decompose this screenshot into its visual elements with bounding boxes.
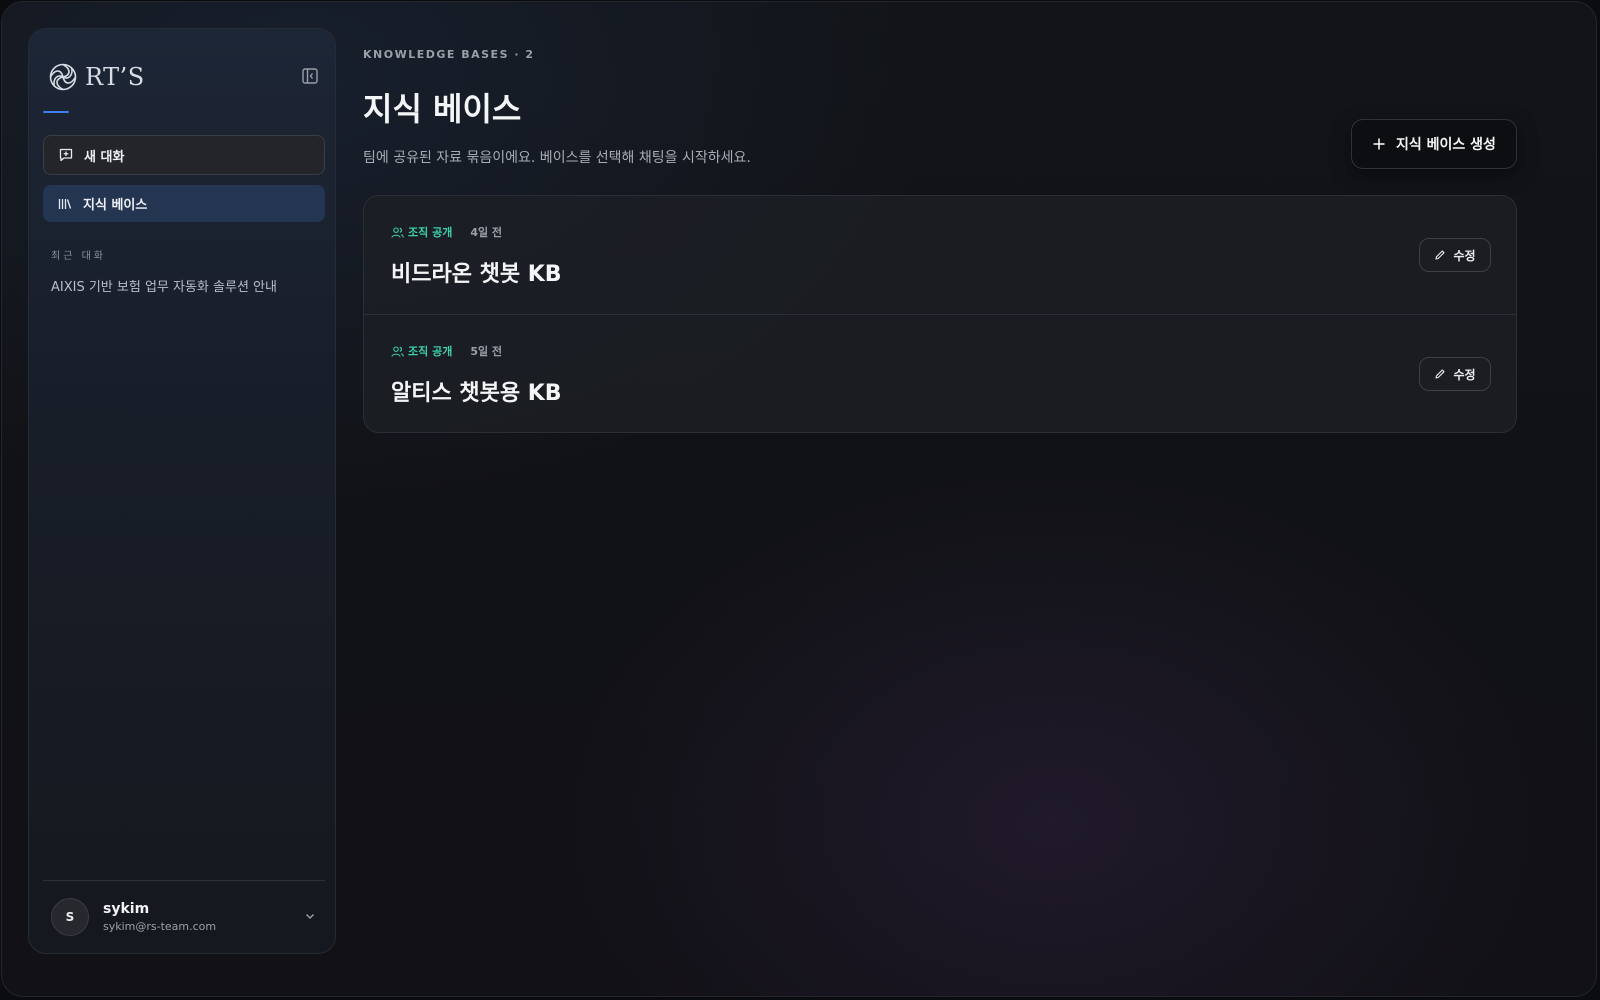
kb-meta: 조직 공개 4일 전 (391, 224, 502, 240)
create-knowledge-base-button[interactable]: 지식 베이스 생성 (1351, 119, 1517, 169)
swirl-logo-icon (49, 63, 77, 91)
new-chat-button[interactable]: 새 대화 (43, 135, 325, 175)
knowledge-base-label: 지식 베이스 (83, 198, 148, 213)
recent-section-label: 최근 대화 (51, 251, 106, 262)
library-icon (58, 198, 72, 209)
kb-updated-time: 4일 전 (470, 226, 503, 239)
brand-underline (43, 111, 69, 113)
users-icon (391, 345, 404, 357)
new-chat-label: 새 대화 (84, 149, 125, 165)
edit-button[interactable]: 수정 (1419, 238, 1491, 272)
knowledge-base-list: 조직 공개 4일 전 비드라온 챗봇 KB 수정 조직 공개 5일 전 알티스 … (363, 195, 1517, 433)
page-title: 지식 베이스 (363, 90, 522, 128)
sidebar: RT’S 새 대화 지식 베이스 최근 대화 AIXIS 기반 보험 업무 자동… (28, 28, 336, 954)
kb-meta: 조직 공개 5일 전 (391, 343, 502, 359)
user-info: sykim sykim@rs-team.com (103, 901, 216, 933)
pencil-icon (1435, 250, 1446, 260)
page-description: 팀에 공유된 자료 묶음이에요. 베이스를 선택해 채팅을 시작하세요. (363, 150, 751, 166)
visibility-label: 조직 공개 (408, 345, 453, 358)
chat-plus-icon (59, 148, 73, 162)
visibility-badge: 조직 공개 (391, 224, 452, 240)
recent-chat-item[interactable]: AIXIS 기반 보험 업무 자동화 솔루션 안내 (51, 276, 277, 295)
sidebar-item-knowledge-base[interactable]: 지식 베이스 (43, 185, 325, 222)
plus-icon (1373, 138, 1385, 150)
app-window: RT’S 새 대화 지식 베이스 최근 대화 AIXIS 기반 보험 업무 자동… (1, 1, 1597, 997)
user-name: sykim (103, 901, 150, 917)
kb-name: 비드라온 챗봇 KB (391, 262, 562, 287)
chevron-down-icon[interactable] (303, 909, 317, 923)
create-button-label: 지식 베이스 생성 (1396, 137, 1496, 153)
knowledge-base-row[interactable]: 조직 공개 5일 전 알티스 챗봇용 KB 수정 (364, 314, 1516, 432)
edit-label: 수정 (1453, 367, 1476, 382)
page-eyebrow: KNOWLEDGE BASES · 2 (363, 48, 535, 61)
visibility-label: 조직 공개 (408, 226, 453, 239)
user-email: sykim@rs-team.com (103, 920, 217, 933)
sidebar-collapse-icon[interactable] (301, 67, 319, 85)
pencil-icon (1435, 369, 1446, 379)
avatar: S (51, 898, 89, 936)
edit-label: 수정 (1453, 248, 1476, 263)
users-icon (391, 226, 404, 238)
knowledge-base-row[interactable]: 조직 공개 4일 전 비드라온 챗봇 KB 수정 (364, 196, 1516, 314)
kb-name: 알티스 챗봇용 KB (391, 381, 562, 406)
user-menu[interactable]: S sykim sykim@rs-team.com (43, 889, 325, 945)
sidebar-divider (43, 880, 325, 881)
brand-logo[interactable]: RT’S (47, 59, 145, 95)
visibility-badge: 조직 공개 (391, 343, 452, 359)
edit-button[interactable]: 수정 (1419, 357, 1491, 391)
brand-name: RT’S (85, 63, 145, 91)
kb-updated-time: 5일 전 (470, 345, 503, 358)
